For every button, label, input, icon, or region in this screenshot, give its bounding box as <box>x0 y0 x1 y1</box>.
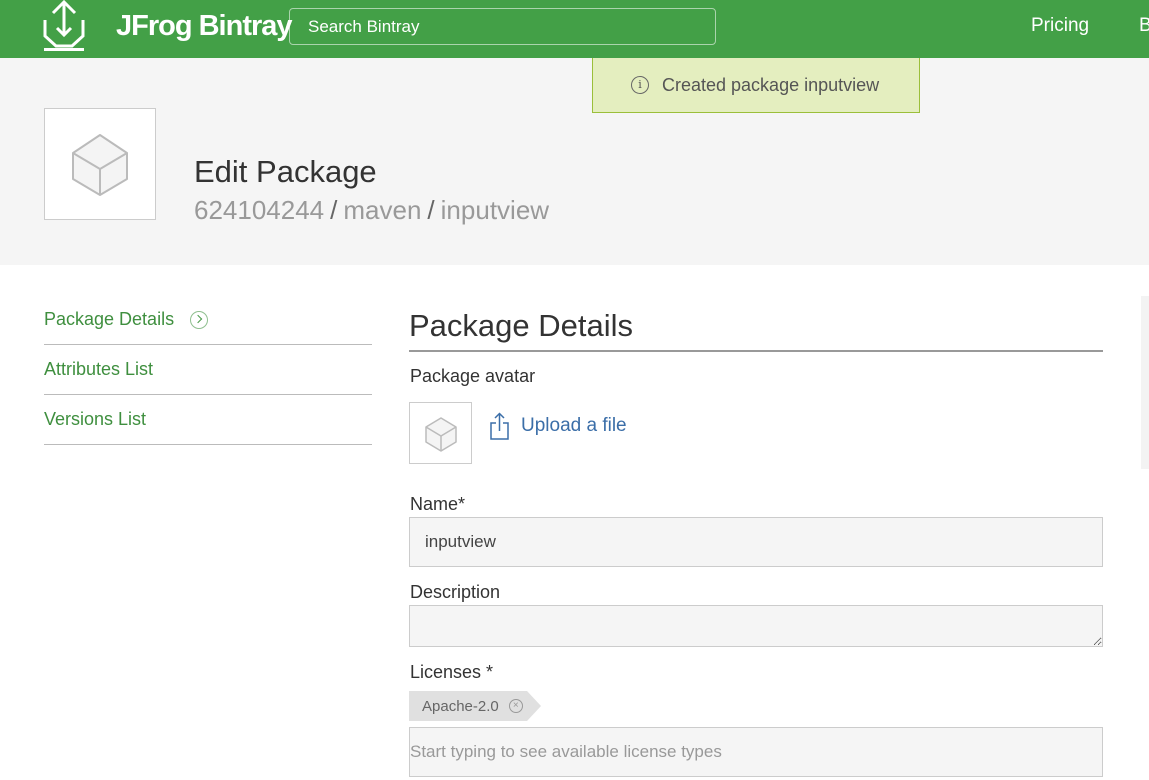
name-label: Name* <box>410 494 466 514</box>
license-tag-label: Apache-2.0 <box>422 697 499 715</box>
package-box-icon <box>72 134 128 196</box>
license-search-input[interactable] <box>409 727 1103 777</box>
breadcrumb-package[interactable]: inputview <box>441 195 549 225</box>
breadcrumb-repo[interactable]: maven <box>343 195 421 225</box>
section-divider <box>409 350 1103 352</box>
page-title: Edit Package <box>194 154 377 189</box>
upload-icon <box>490 412 509 440</box>
name-field[interactable] <box>409 517 1103 567</box>
page-header <box>0 58 1149 265</box>
sidenav-item-versions-list[interactable]: Versions List <box>44 395 372 445</box>
search-input[interactable] <box>289 8 716 45</box>
nav-link-pricing[interactable]: Pricing <box>1031 15 1089 37</box>
breadcrumb: 624104244/maven / inputview <box>194 195 549 226</box>
info-icon: i <box>631 76 649 94</box>
side-panel-edge <box>1141 296 1149 469</box>
breadcrumb-separator: / <box>330 195 338 225</box>
upload-file-button[interactable]: Upload a file <box>489 412 627 440</box>
remove-tag-icon[interactable]: × <box>508 699 523 713</box>
breadcrumb-separator: / <box>427 195 435 225</box>
description-label: Description <box>410 582 501 602</box>
breadcrumb-owner[interactable]: 624104244 <box>194 195 324 225</box>
description-field[interactable] <box>409 605 1103 647</box>
side-navigation: Package Details Attributes List Versions… <box>44 295 372 445</box>
license-tag: Apache-2.0 × <box>409 691 541 721</box>
bintray-logo-icon[interactable] <box>42 0 86 54</box>
top-navbar: JFrog Bintray Pricing B <box>0 0 1149 58</box>
notification-toast: i Created package inputview <box>592 58 920 113</box>
upload-label: Upload a file <box>521 415 627 436</box>
nav-link-truncated[interactable]: B <box>1139 15 1149 37</box>
avatar-label: Package avatar <box>410 366 536 386</box>
sidenav-item-label: Versions List <box>44 409 147 429</box>
brand-name[interactable]: JFrog Bintray <box>116 9 293 43</box>
sidenav-item-label: Package Details <box>44 309 175 329</box>
licenses-label: Licenses * <box>410 662 494 682</box>
section-title: Package Details <box>409 308 634 343</box>
package-avatar-preview <box>409 402 472 464</box>
sidenav-item-package-details[interactable]: Package Details <box>44 295 372 345</box>
sidenav-item-attributes-list[interactable]: Attributes List <box>44 345 372 395</box>
chevron-right-icon <box>190 310 209 329</box>
package-box-icon <box>425 417 457 452</box>
toast-message: Created package inputview <box>662 74 880 95</box>
sidenav-item-label: Attributes List <box>44 359 154 379</box>
package-avatar <box>44 108 156 220</box>
